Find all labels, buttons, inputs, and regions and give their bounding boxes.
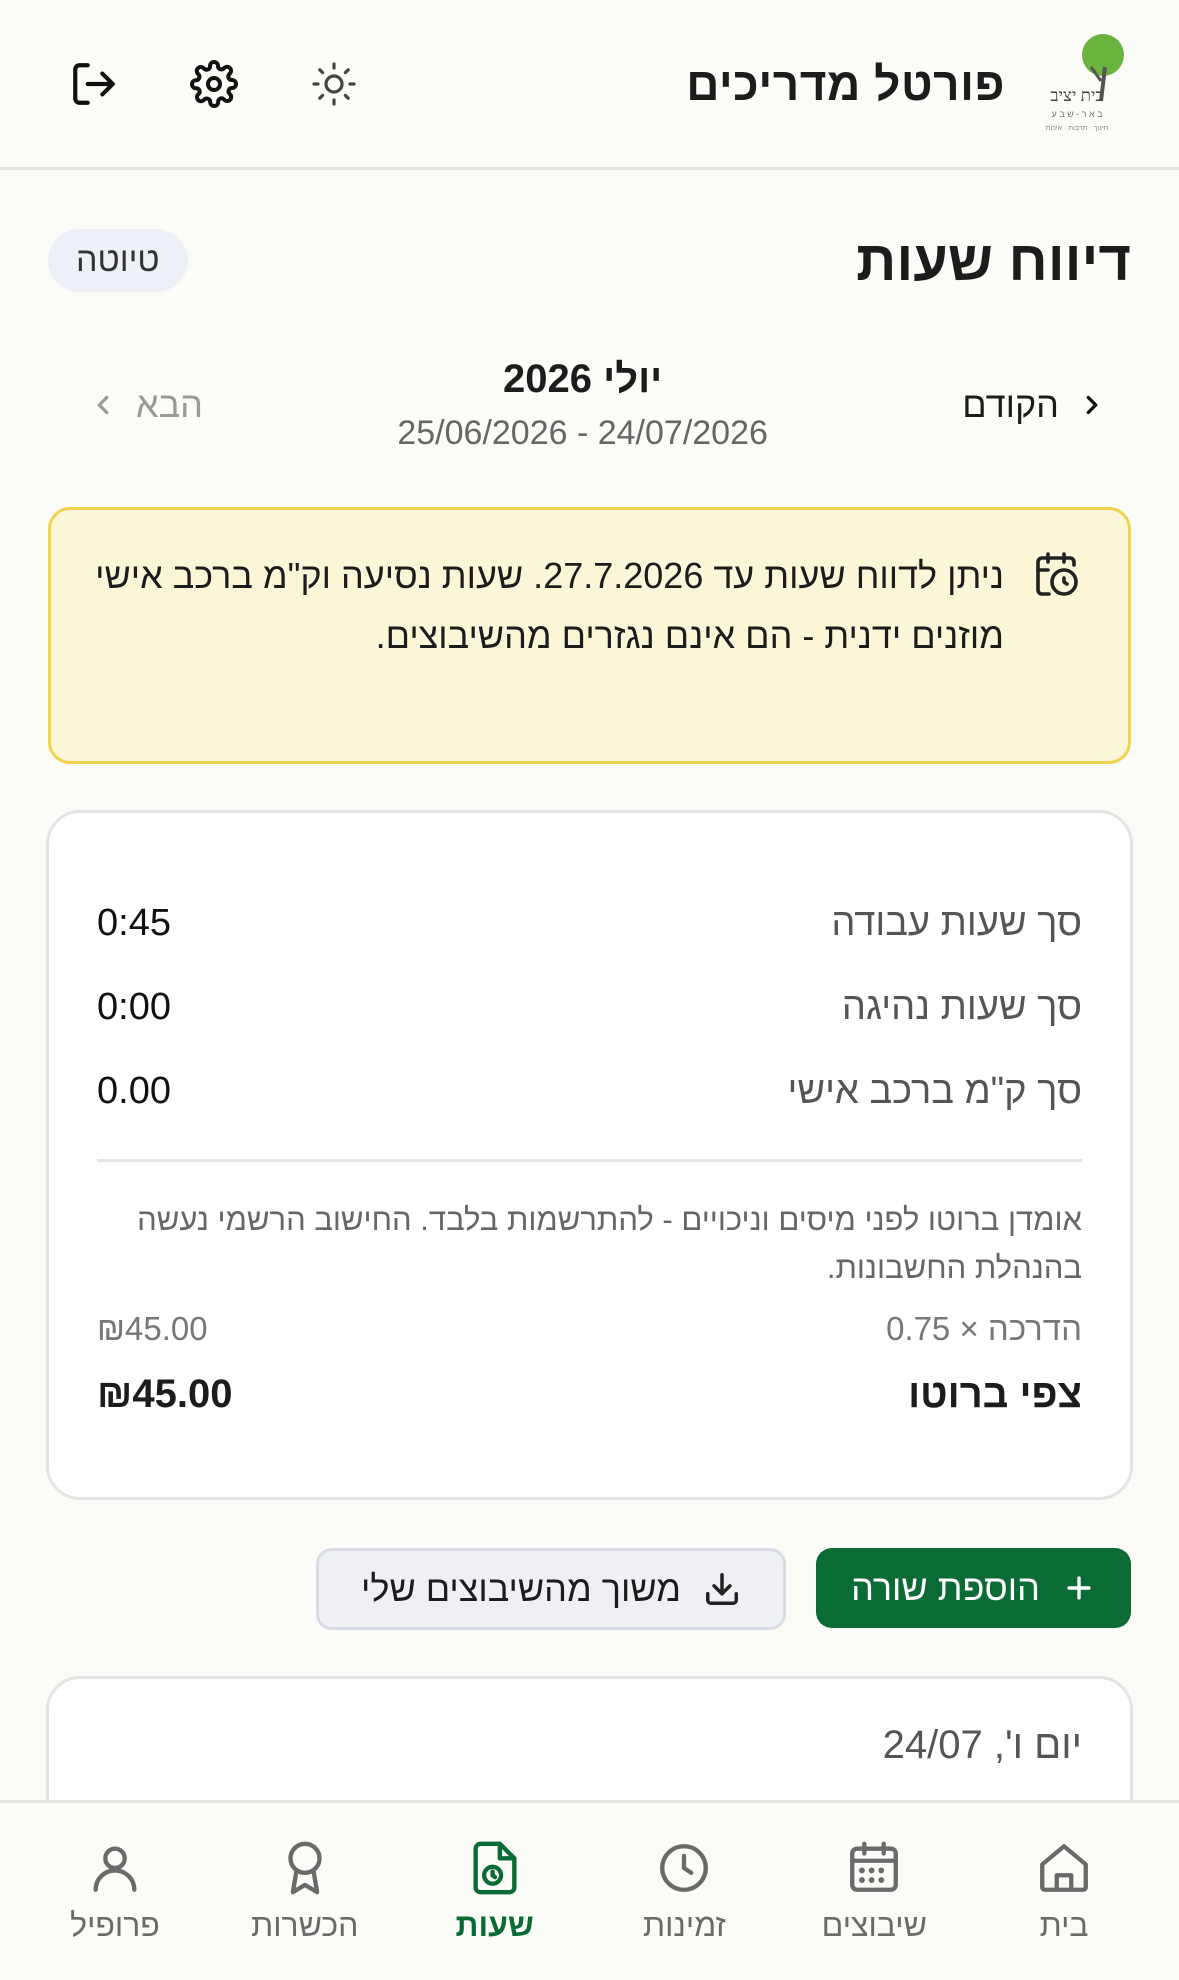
nav-label: פרופיל <box>70 1907 160 1943</box>
pull-from-schedule-button[interactable]: משוך מהשיבוצים שלי <box>316 1548 786 1630</box>
logout-button[interactable] <box>64 54 124 114</box>
logo: בית יציב ב א ר - ש ב ע חינוך · תרבות · א… <box>1027 31 1133 137</box>
period-range: 25/06/2026 - 24/07/2026 <box>397 414 768 452</box>
period-display: יולי 2026 25/06/2026 - 24/07/2026 <box>397 357 768 453</box>
nav-label: זמינות <box>643 1907 726 1943</box>
summary-label: סך שעות נהיגה <box>841 985 1082 1028</box>
page: בית יציב ב א ר - ש ב ע חינוך · תרבות · א… <box>0 0 1179 1980</box>
next-period-label: הבא <box>136 384 203 425</box>
nav-item-trainings[interactable]: הכשרות <box>220 1839 390 1944</box>
brand: בית יציב ב א ר - ש ב ע חינוך · תרבות · א… <box>686 31 1133 137</box>
app-title: פורטל מדריכים <box>686 57 1005 110</box>
summary-row-km: סך ק"מ ברכב אישי 0.00 <box>97 1049 1082 1133</box>
previous-period-button[interactable]: הקודם <box>962 384 1131 426</box>
nav-item-hours[interactable]: שעות <box>410 1839 580 1944</box>
home-icon <box>1040 1844 1089 1892</box>
calendar-icon <box>850 1841 899 1892</box>
logout-icon <box>73 62 115 105</box>
clock-icon <box>660 1844 709 1892</box>
theme-toggle-button[interactable] <box>304 54 364 114</box>
gear-icon <box>190 59 238 108</box>
nav-label: בית <box>1039 1907 1089 1943</box>
summary-label: סך ק"מ ברכב אישי <box>787 1069 1082 1112</box>
chevron-right-icon <box>1086 395 1098 415</box>
download-icon <box>705 1573 738 1605</box>
pull-from-schedule-label: משוך מהשיבוצים שלי <box>361 1568 681 1609</box>
svg-text:בית יציב: בית יציב <box>1050 86 1103 105</box>
title-row: דיווח שעות טיוטה <box>48 224 1131 296</box>
user-icon <box>93 1846 137 1892</box>
day-title: יום ו', 24/07 <box>882 1723 1082 1767</box>
nav-label: שיבוצים <box>821 1907 927 1943</box>
calc-value: ₪45.00 <box>97 1310 208 1347</box>
page-title: דיווח שעות <box>856 228 1131 292</box>
period-navigator: הקודם יולי 2026 25/06/2026 - 24/07/2026 … <box>48 350 1131 460</box>
summary-row-driving-hours: סך שעות נהיגה 0:00 <box>97 965 1082 1049</box>
previous-period-label: הקודם <box>962 384 1059 425</box>
calendar-clock-icon <box>1036 552 1078 596</box>
nav-label: הכשרות <box>251 1907 359 1943</box>
deadline-notice: ניתן לדווח שעות עד 27.7.2026. שעות נסיעה… <box>48 507 1131 764</box>
notice-text: ניתן לדווח שעות עד 27.7.2026. שעות נסיעה… <box>95 555 1004 656</box>
nav-item-profile[interactable]: פרופיל <box>30 1839 200 1944</box>
gross-value: ₪45.00 <box>97 1372 233 1416</box>
hours-summary-card: סך שעות עבודה 0:45 סך שעות נהיגה 0:00 סך… <box>46 810 1133 1500</box>
status-badge: טיוטה <box>48 228 188 292</box>
gross-label: צפי ברוטו <box>908 1372 1082 1416</box>
header-actions <box>64 54 364 114</box>
svg-text:ב א ר - ש ב ע: ב א ר - ש ב ע <box>1051 109 1103 119</box>
add-row-button[interactable]: הוספת שורה <box>816 1548 1131 1628</box>
nav-label: שעות <box>455 1907 534 1943</box>
nav-item-assignments[interactable]: שיבוצים <box>789 1839 959 1944</box>
nav-item-availability[interactable]: זמינות <box>599 1839 769 1944</box>
summary-value: 0:00 <box>97 985 171 1028</box>
summary-value: 0.00 <box>97 1069 171 1112</box>
summary-row-work-hours: סך שעות עבודה 0:45 <box>97 881 1082 965</box>
gross-estimate-row: צפי ברוטו ₪45.00 <box>97 1372 1082 1417</box>
add-row-label: הוספת שורה <box>851 1567 1040 1608</box>
settings-button[interactable] <box>184 54 244 114</box>
summary-value: 0:45 <box>97 901 171 944</box>
svg-text:חינוך · תרבות · איכות: חינוך · תרבות · איכות <box>1046 125 1109 132</box>
summary-label: סך שעות עבודה <box>831 901 1082 944</box>
estimate-disclaimer: אומדן ברוטו לפני מיסים וניכויים - להתרשמ… <box>137 1202 1082 1285</box>
award-icon <box>288 1841 322 1895</box>
sun-icon <box>312 61 356 106</box>
bottom-nav: בית שיבוצים זמינות שעות הכשרות פרופיל <box>0 1800 1179 1980</box>
divider <box>97 1159 1082 1162</box>
calc-row: הדרכה × 0.75 ₪45.00 <box>97 1310 1082 1348</box>
app-header: בית יציב ב א ר - ש ב ע חינוך · תרבות · א… <box>0 0 1179 170</box>
next-period-button[interactable]: הבא <box>48 384 203 426</box>
chevron-left-icon <box>97 395 109 415</box>
calc-label: הדרכה × 0.75 <box>886 1310 1082 1347</box>
period-month: יולי 2026 <box>503 357 663 401</box>
timesheet-icon <box>473 1841 517 1895</box>
nav-item-home[interactable]: בית <box>979 1839 1149 1944</box>
plus-icon <box>1067 1576 1091 1600</box>
actions-row: הוספת שורה משוך מהשיבוצים שלי <box>48 1548 1131 1630</box>
summary-rows: סך שעות עבודה 0:45 סך שעות נהיגה 0:00 סך… <box>97 813 1082 1133</box>
